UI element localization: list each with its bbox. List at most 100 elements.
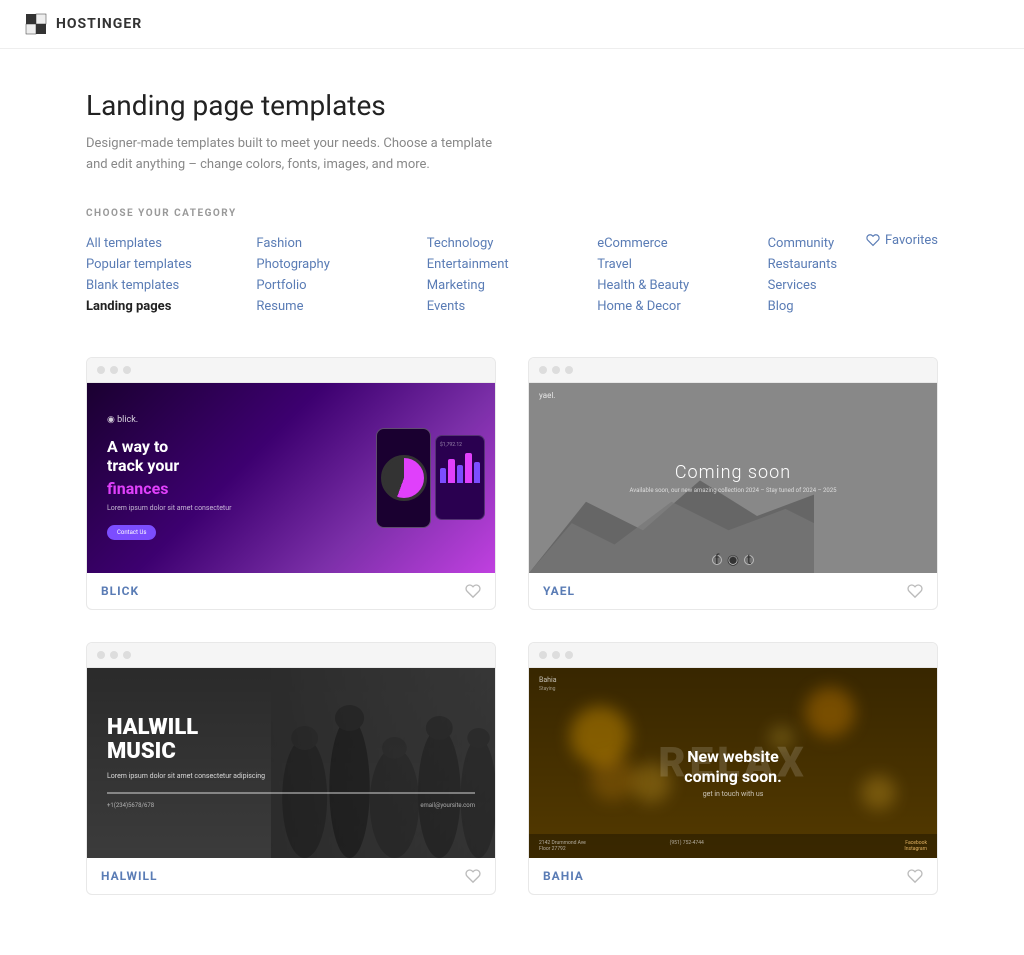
dot-3	[123, 366, 131, 374]
cat-blank-templates[interactable]: Blank templates	[86, 275, 256, 296]
bahia-favorite-icon[interactable]	[907, 868, 923, 884]
cat-landing-pages[interactable]: Landing pages	[86, 296, 256, 317]
favorites-label: Favorites	[885, 233, 938, 248]
cat-restaurants[interactable]: Restaurants	[768, 254, 938, 275]
template-card-bahia[interactable]: RELAX BahiaStaying New websitecoming soo…	[528, 642, 938, 895]
cat-all-templates[interactable]: All templates	[86, 233, 256, 254]
window-chrome-bahia	[529, 643, 937, 668]
yael-headline: Coming soon	[629, 462, 836, 483]
halwill-name: HALWILL	[101, 869, 158, 883]
bar-chart	[440, 453, 480, 483]
hostinger-logo-icon	[24, 12, 48, 36]
blick-phones: $1,792.12	[375, 393, 485, 563]
bar-1	[440, 468, 446, 483]
yael-favorite-icon[interactable]	[907, 583, 923, 599]
yael-footer: YAEL	[529, 573, 937, 609]
template-card-blick[interactable]: ◉ blick. A way totrack your finances Lor…	[86, 357, 496, 610]
dot-3	[565, 366, 573, 374]
template-card-halwill[interactable]: HALWILLMUSIC Lorem ipsum dolor sit amet …	[86, 642, 496, 895]
cat-resume[interactable]: Resume	[256, 296, 426, 317]
bahia-preview: RELAX BahiaStaying New websitecoming soo…	[529, 643, 937, 858]
bahia-text-content: New websitecoming soon. get in touch wit…	[684, 747, 781, 797]
cat-health[interactable]: Health & Beauty	[597, 275, 767, 296]
blick-background: ◉ blick. A way totrack your finances Lor…	[87, 383, 495, 573]
dot-1	[539, 651, 547, 659]
halwill-image: HALWILLMUSIC Lorem ipsum dolor sit amet …	[87, 668, 495, 858]
dot-2	[552, 651, 560, 659]
site-header: HOSTINGER	[0, 0, 1024, 49]
dot-1	[539, 366, 547, 374]
category-col-2: Fashion Photography Portfolio Resume	[256, 233, 426, 317]
category-col-4: eCommerce Travel Health & Beauty Home & …	[597, 233, 767, 317]
blick-image: ◉ blick. A way totrack your finances Lor…	[87, 383, 495, 573]
phone-label: $1,792.12	[440, 442, 480, 448]
halwill-favorite-icon[interactable]	[465, 868, 481, 884]
bar-5	[474, 462, 480, 483]
category-col-1: All templates Popular templates Blank te…	[86, 233, 256, 317]
templates-grid: ◉ blick. A way totrack your finances Lor…	[86, 357, 938, 895]
halwill-phone: +1(234)5678/678	[107, 802, 154, 809]
bokeh-4	[861, 775, 896, 810]
window-chrome-blick	[87, 358, 495, 383]
yael-name: YAEL	[543, 584, 575, 598]
dot-2	[110, 366, 118, 374]
bokeh-3	[805, 687, 855, 737]
bahia-address: 2142 Drummond AveFloor 27792	[539, 840, 666, 852]
halwill-background: HALWILLMUSIC Lorem ipsum dolor sit amet …	[87, 668, 495, 858]
bahia-name: BAHIA	[543, 869, 584, 883]
cat-entertainment[interactable]: Entertainment	[427, 254, 597, 275]
dot-2	[552, 366, 560, 374]
blick-favorite-icon[interactable]	[465, 583, 481, 599]
halwill-preview: HALWILLMUSIC Lorem ipsum dolor sit amet …	[87, 643, 495, 858]
main-content: Landing page templates Designer-made tem…	[62, 49, 962, 955]
dot-3	[565, 651, 573, 659]
yael-subtext: Available soon, our new amazing collecti…	[629, 487, 836, 494]
halwill-headline: HALWILLMUSIC	[107, 716, 475, 764]
cat-fashion[interactable]: Fashion	[256, 233, 426, 254]
template-card-yael[interactable]: yael. Coming soon Available soon, our ne…	[528, 357, 938, 610]
halwill-contact: +1(234)5678/678 email@yoursite.com	[107, 802, 475, 809]
cat-marketing[interactable]: Marketing	[427, 275, 597, 296]
yael-brand: yael.	[539, 391, 555, 400]
window-chrome-yael	[529, 358, 937, 383]
cat-photography[interactable]: Photography	[256, 254, 426, 275]
cat-blog[interactable]: Blog	[768, 296, 938, 317]
cat-popular-templates[interactable]: Popular templates	[86, 254, 256, 275]
cat-technology[interactable]: Technology	[427, 233, 597, 254]
dot-2	[110, 651, 118, 659]
bar-4	[465, 453, 471, 483]
heart-icon	[866, 233, 880, 247]
halwill-footer: HALWILL	[87, 858, 495, 894]
logo[interactable]: HOSTINGER	[24, 12, 142, 36]
halwill-email: email@yoursite.com	[420, 802, 475, 809]
dot-1	[97, 366, 105, 374]
dot-1	[97, 651, 105, 659]
dot-3	[123, 651, 131, 659]
phone-1	[376, 428, 431, 528]
cat-events[interactable]: Events	[427, 296, 597, 317]
bar-3	[457, 465, 463, 483]
favorites-link[interactable]: Favorites	[866, 233, 938, 248]
window-chrome-halwill	[87, 643, 495, 668]
social-fb: f	[712, 555, 722, 565]
category-grid: All templates Popular templates Blank te…	[86, 233, 938, 317]
bahia-footer-bar: 2142 Drummond AveFloor 27792 (951) 752-4…	[529, 834, 937, 858]
bahia-subtext: get in touch with us	[684, 790, 781, 798]
cat-home-decor[interactable]: Home & Decor	[597, 296, 767, 317]
bahia-link: FacebookInstagram	[800, 840, 927, 852]
cat-portfolio[interactable]: Portfolio	[256, 275, 426, 296]
yael-background: yael. Coming soon Available soon, our ne…	[529, 383, 937, 573]
category-col-3: Technology Entertainment Marketing Event…	[427, 233, 597, 317]
phone-2: $1,792.12	[435, 435, 485, 520]
cat-ecommerce[interactable]: eCommerce	[597, 233, 767, 254]
cat-travel[interactable]: Travel	[597, 254, 767, 275]
bahia-tagline: Staying	[539, 686, 555, 692]
yael-preview: yael. Coming soon Available soon, our ne…	[529, 358, 937, 573]
blick-preview: ◉ blick. A way totrack your finances Lor…	[87, 358, 495, 573]
bahia-phone-col: (951) 752-4744	[670, 840, 797, 852]
social-ig: ◉	[728, 555, 738, 565]
cat-services[interactable]: Services	[768, 275, 938, 296]
social-tw: t	[744, 555, 754, 565]
page-subtitle: Designer-made templates built to meet yo…	[86, 134, 516, 176]
bahia-brand-top: BahiaStaying	[539, 676, 557, 692]
